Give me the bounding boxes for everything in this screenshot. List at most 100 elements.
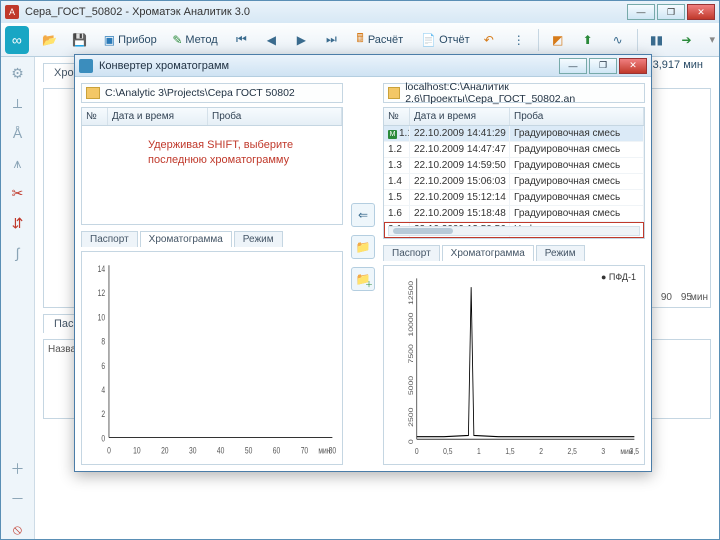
svg-text:5000: 5000 [407,376,415,395]
cell-date: 22.10.2009 14:47:47 [410,142,510,157]
first-button[interactable]: ⏮ [228,27,254,53]
shift-hint: Удерживая SHIFT, выберите последнюю хром… [148,138,328,168]
svg-text:10: 10 [98,312,106,322]
bars-button[interactable]: ▮▮ [643,27,669,53]
right-table[interactable]: № Дата и время Проба M1.122.10.2009 14:4… [383,107,645,239]
dialog-close-button[interactable]: ✕ [619,58,647,74]
cell-num: 1.2 [384,142,410,157]
last-button[interactable]: ⏭ [318,27,344,53]
svg-text:10: 10 [133,445,141,455]
x-unit: мин [690,292,708,303]
transfer-left-button[interactable]: ⇐ [351,203,375,227]
svg-text:14: 14 [98,264,106,274]
h-scrollbar[interactable] [388,226,640,236]
compass-icon[interactable]: Å [8,123,28,143]
tab-passport[interactable]: Паспорт [81,231,138,247]
curve-icon[interactable]: ∫ [8,243,28,263]
cell-sample: Градуировочная смесь [510,190,644,205]
folder-icon [388,87,400,99]
export-button[interactable]: ➔ [673,27,699,53]
svg-text:мин: мин [318,445,330,455]
table-row[interactable]: 1.422.10.2009 15:06:03Градуировочная сме… [384,174,644,190]
undo-icon: ↶ [481,31,497,49]
scrollbar-thumb[interactable] [393,228,453,234]
merge-peak-icon[interactable]: ⇵ [8,213,28,233]
left-table[interactable]: № Дата и время Проба Удерживая SHIFT, вы… [81,107,343,225]
tab-mode[interactable]: Режим [234,231,283,247]
wave-button[interactable]: ∿ [605,27,631,53]
export-icon: ➔ [678,31,694,49]
method-label: Метод [185,34,217,46]
device-button[interactable]: ▣Прибор [97,27,162,53]
save-icon: 💾 [72,31,88,49]
dialog-minimize-button[interactable]: — [559,58,587,74]
peak-tool-icon[interactable]: ⩚ [8,153,28,173]
remove-icon[interactable]: － [8,489,28,509]
save-button[interactable]: 💾 [67,27,93,53]
cell-date: 22.10.2009 15:18:48 [410,206,510,221]
col-date[interactable]: Дата и время [410,108,510,125]
tab-chrom[interactable]: Хроматограмма [140,231,232,247]
folder-open-icon: 📂 [42,31,58,49]
cell-date: 22.10.2009 14:59:50 [410,158,510,173]
table-row[interactable]: 1.522.10.2009 15:12:14Градуировочная сме… [384,190,644,206]
window-title: Сера_ГОСТ_50802 - Хроматэк Аналитик 3.0 [25,6,250,18]
method-button[interactable]: ✎Метод [165,27,224,53]
add-icon[interactable]: ＋ [8,459,28,479]
maximize-button[interactable]: ❐ [657,4,685,20]
prev-button[interactable]: ◀ [258,27,284,53]
svg-text:10000: 10000 [407,313,415,337]
open-folder-button[interactable]: 📁 [351,235,375,259]
peak-icon: ⬆ [580,31,596,49]
next-button[interactable]: ▶ [288,27,314,53]
col-num[interactable]: № [384,108,410,125]
left-path-bar[interactable]: C:\Analytic 3\Projects\Сера ГОСТ 50802 [81,83,343,103]
split-peak-icon[interactable]: ✂ [8,183,28,203]
svg-text:4: 4 [101,385,105,395]
left-mini-chart[interactable]: 01020304050607080мин 02468101214 [81,251,343,465]
col-sample[interactable]: Проба [208,108,342,125]
right-path: localhost:C:\Аналитик 2.6\Проекты\Сера_Г… [405,81,640,105]
table-row[interactable]: M1.122.10.2009 14:41:29Градуировочная см… [384,126,644,142]
zoom-area-button[interactable]: ◩ [545,27,571,53]
gear-icon[interactable]: ⚙ [8,63,28,83]
svg-text:0,5: 0,5 [443,446,452,456]
svg-text:30: 30 [189,445,197,455]
more-button[interactable]: ⋮ [506,27,532,53]
svg-text:0: 0 [101,433,105,443]
main-titlebar[interactable]: A Сера_ГОСТ_50802 - Хроматэк Аналитик 3.… [1,1,719,23]
right-mini-chart[interactable]: ● ПФД-1 00,511,522,533,5мин 025005000750… [383,265,645,465]
undo-button[interactable]: ↶ [476,27,502,53]
table-row[interactable]: 1.222.10.2009 14:47:47Градуировочная сме… [384,142,644,158]
left-tool-rail: ⚙ ⟂ Å ⩚ ✂ ⇵ ∫ ＋ － ⦸ [1,57,35,539]
dialog-maximize-button[interactable]: ❐ [589,58,617,74]
tab-passport[interactable]: Паспорт [383,245,440,261]
dropdown-caret[interactable]: ▾ [709,33,715,46]
pencil-icon: ✎ [172,31,182,49]
report-button[interactable]: 📄Отчёт [414,27,472,53]
svg-text:2: 2 [539,446,543,456]
svg-text:0: 0 [415,446,419,456]
col-num[interactable]: № [82,108,108,125]
calc-button[interactable]: 🖩Расчёт [348,27,410,53]
tab-mode[interactable]: Режим [536,245,585,261]
col-date[interactable]: Дата и время [108,108,208,125]
right-path-bar[interactable]: localhost:C:\Аналитик 2.6\Проекты\Сера_Г… [383,83,645,103]
table-row[interactable]: 1.322.10.2009 14:59:50Градуировочная сме… [384,158,644,174]
svg-text:8: 8 [101,337,105,347]
svg-text:70: 70 [301,445,309,455]
close-button[interactable]: ✕ [687,4,715,20]
svg-text:60: 60 [273,445,281,455]
cancel-icon[interactable]: ⦸ [8,519,28,539]
right-pane: localhost:C:\Аналитик 2.6\Проекты\Сера_Г… [383,83,645,465]
dialog-titlebar[interactable]: Конвертер хроматограмм — ❐ ✕ [75,55,651,77]
ruler-icon[interactable]: ⟂ [8,93,28,113]
add-folder-button[interactable]: 📁＋ [351,267,375,291]
peak-button[interactable]: ⬆ [575,27,601,53]
col-sample[interactable]: Проба [510,108,644,125]
minimize-button[interactable]: — [627,4,655,20]
open-button[interactable]: 📂 [37,27,63,53]
table-row[interactable]: 1.622.10.2009 15:18:48Градуировочная сме… [384,206,644,222]
tab-chrom[interactable]: Хроматограмма [442,245,534,261]
svg-text:50: 50 [245,445,253,455]
